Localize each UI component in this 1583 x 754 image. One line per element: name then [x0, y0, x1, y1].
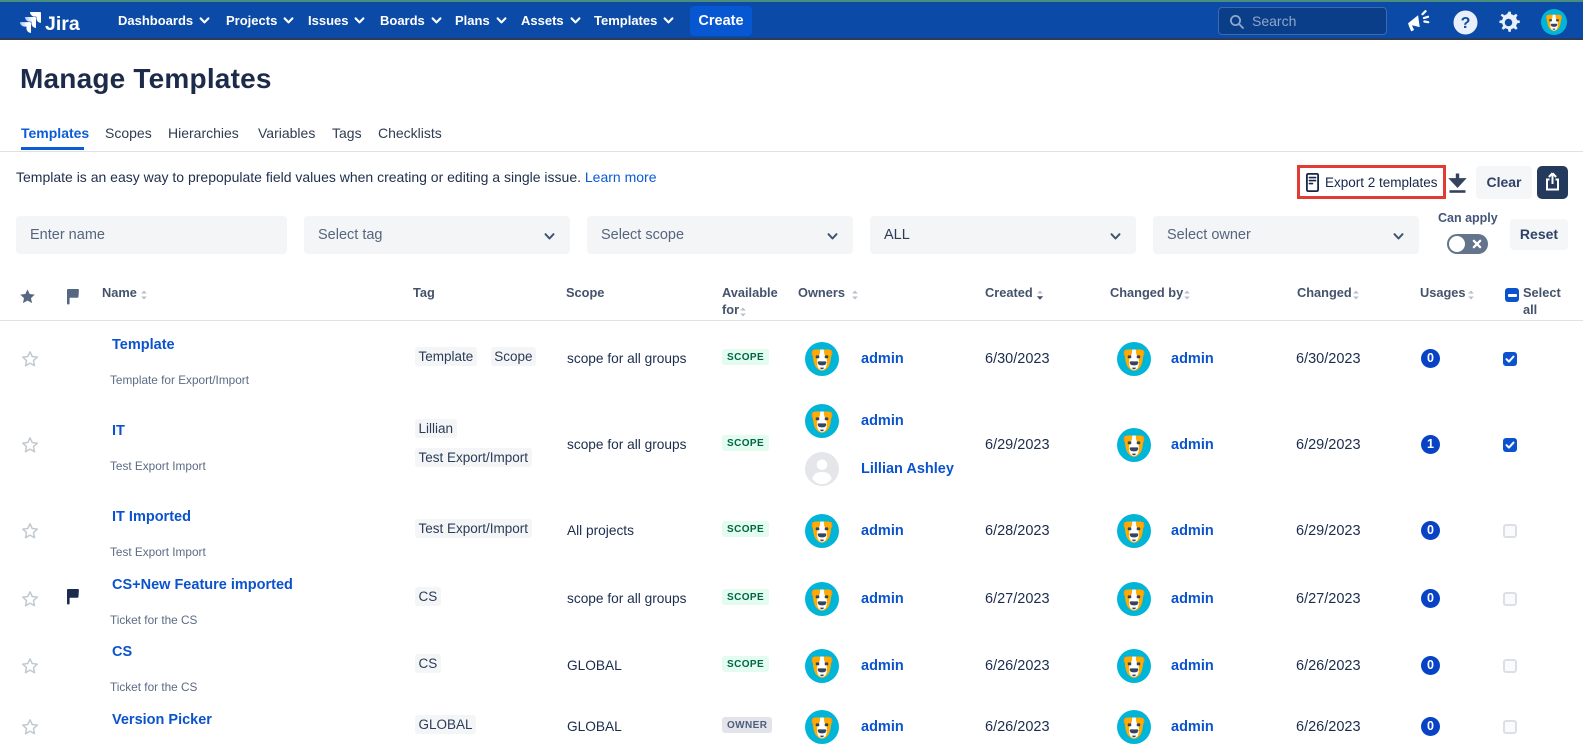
svg-text:Jira: Jira: [45, 13, 80, 34]
svg-text:?: ?: [1461, 15, 1471, 32]
